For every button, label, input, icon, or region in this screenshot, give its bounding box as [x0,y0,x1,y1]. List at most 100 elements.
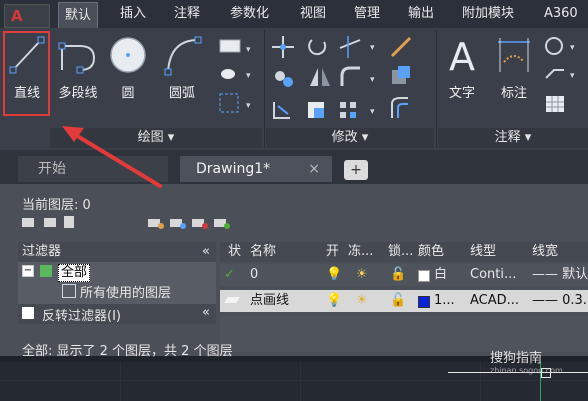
layer-thaw-icon[interactable]: ☀ [356,264,368,286]
tree-collapse-icon[interactable]: − [22,265,34,277]
layer-lineweight[interactable]: —— 0.3... [532,290,588,312]
stretch-icon [273,102,290,119]
text-button-label: 文字 [448,86,475,101]
grid-line [480,362,481,401]
draw-panel-title-text: 绘图 [137,130,164,145]
close-tab-icon[interactable]: × [308,156,320,182]
array-icon: ▾ [340,102,375,118]
tab-output[interactable]: 输出 [402,0,440,28]
svg-text:▾: ▾ [370,75,375,85]
tab-addins[interactable]: 附加模块 [456,0,520,28]
annotate-panel-title[interactable]: 注释 ▾ [438,128,588,148]
layer-unlocked-icon[interactable]: 🔓 [390,290,406,312]
column-lineweight[interactable]: 线宽 [532,242,558,264]
tab-a360[interactable]: A360 [538,0,584,28]
invert-filter-row[interactable]: 反转过滤器(I) « [18,304,216,324]
column-lock[interactable]: 锁... [388,242,413,264]
column-color[interactable]: 颜色 [418,242,444,264]
new-layer-icon [22,218,34,227]
app-menu-button[interactable]: A [4,4,50,28]
draw-panel-title[interactable]: 绘图 ▾ [50,128,262,148]
panel-separator [436,30,437,148]
explode-icon [392,66,410,84]
layer-row[interactable]: ✓ 0 💡 ☀ 🔓 白 Conti... —— 默认 [220,264,588,286]
arc-button[interactable]: 圆弧 [160,32,204,114]
svg-text:▾: ▾ [570,71,575,81]
current-layer-check-icon: ✓ [224,267,235,282]
filter-tree: − 全部 所有使用的图层 [18,262,216,304]
column-status[interactable]: 状 [228,242,241,264]
circle-button-label: 圆 [121,86,135,101]
modify-icons[interactable]: ▾ ▾ ▾ [268,32,428,124]
tab-default[interactable]: 默认 [58,2,99,29]
rotate-icon [308,39,327,56]
tab-manage[interactable]: 管理 [348,0,386,28]
new-tab-button[interactable]: + [344,160,368,180]
dimension-button[interactable]: 标注 [492,32,536,116]
layer-color-swatch[interactable] [418,270,430,282]
layer-status-text: 全部: 显示了 2 个图层，共 2 个图层 [22,344,233,359]
watermark-subtext: zhinan.sogou.com [490,366,563,375]
scale-icon [308,102,324,118]
mirror-icon [310,68,330,86]
column-name[interactable]: 名称 [250,242,276,264]
table-icon [546,96,564,112]
annotate-small-icons[interactable]: ▾ ▾ [540,34,586,118]
tab-parametric[interactable]: 参数化 [224,0,275,28]
ribbon-tab-bar: A 默认 插入 注释 参数化 视图 管理 输出 附加模块 A360 [0,0,588,29]
layer-linetype[interactable]: ACAD... [470,290,528,312]
set-current-icon [214,219,230,229]
layer-name: 0 [250,267,259,282]
column-on[interactable]: 开 [326,242,339,264]
tab-annotate[interactable]: 注释 [168,0,206,28]
layer-states-icon [64,216,74,228]
arc-button-label: 圆弧 [168,86,195,101]
layer-lineweight[interactable]: —— 默认 [532,264,588,286]
circle-button[interactable]: 圆 [106,32,150,114]
line-button-highlight [3,31,50,116]
collapse-filter-icon[interactable]: « [202,242,210,262]
layer-color-name: 1... [434,293,455,308]
layer-toolbar[interactable] [20,214,250,232]
file-tab-bar: 开始 Drawing1* × + [0,150,588,184]
column-linetype[interactable]: 线型 [470,242,496,264]
new-group-filter-icon [44,218,56,227]
filter-all-icon [40,265,52,277]
layer-linetype[interactable]: Conti... [470,264,528,286]
tab-view[interactable]: 视图 [294,0,332,28]
collapse-filter-icon[interactable]: « [202,305,210,320]
layer-on-icon[interactable]: 💡 [326,290,342,312]
current-layer-label: 当前图层: 0 [22,198,91,213]
invert-filter-checkbox[interactable] [22,307,34,319]
copy-icon [275,71,293,87]
tab-start[interactable]: 开始 [18,156,168,182]
annotate-panel-title-text: 注释 [494,130,521,145]
layer-list-header: 状 名称 开 冻... 锁... 颜色 线型 线宽 [220,242,588,262]
multileader-icon [545,69,564,79]
tab-insert[interactable]: 插入 [114,0,152,28]
column-freeze[interactable]: 冻... [348,242,373,264]
tree-item-used[interactable]: 所有使用的图层 [80,282,171,301]
text-button[interactable]: A 文字 [440,32,484,116]
layer-new-icon [148,219,164,229]
hatch-icon [221,69,235,79]
layer-color-swatch[interactable] [418,296,430,308]
layer-row[interactable]: 点画线 💡 ☀ 🔓 1... ACAD... —— 0.3... [220,290,588,312]
tab-drawing1[interactable]: Drawing1* × [180,156,332,182]
offset-icon [391,97,408,118]
svg-text:▾: ▾ [370,43,375,53]
polyline-button[interactable]: 多段线 [54,32,102,114]
modify-panel-title[interactable]: 修改 ▾ [266,128,434,148]
svg-text:▾: ▾ [370,107,375,117]
fillet-icon: ▾ [340,66,375,86]
filter-used-icon [62,284,76,298]
layer-status-icon [224,297,240,303]
layer-thaw-icon[interactable]: ☀ [356,290,368,312]
layer-unlocked-icon[interactable]: 🔓 [390,264,406,286]
layer-name: 点画线 [250,293,290,308]
layer-on-icon[interactable]: 💡 [326,264,342,286]
filter-header-label: 过滤器 [22,244,62,259]
rectangle-icon [219,39,241,53]
tree-item-all[interactable]: 全部 [58,264,91,282]
svg-text:▾: ▾ [246,71,251,81]
